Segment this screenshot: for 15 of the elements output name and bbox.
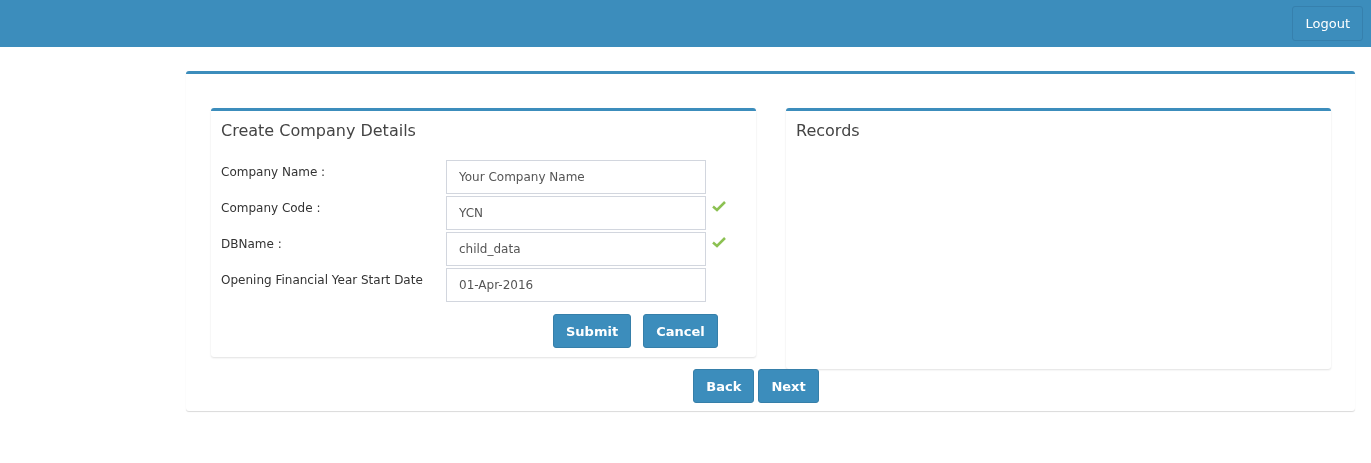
back-button[interactable]: Back (693, 369, 755, 403)
field-label: Opening Financial Year Start Date (221, 272, 424, 287)
input-field[interactable]: child_data (446, 232, 706, 266)
logout-button[interactable]: Logout (1292, 6, 1363, 41)
field-label: DBName : (221, 236, 283, 251)
panel-title: Create Company Details (221, 121, 417, 140)
input-field[interactable]: Your Company Name (446, 160, 706, 194)
input-field[interactable]: YCN (446, 196, 706, 230)
panel-title: Records (796, 121, 861, 140)
input-field[interactable]: 01-Apr-2016 (446, 268, 706, 302)
field-label: Company Name : (221, 164, 327, 179)
cancel-button[interactable]: Cancel (643, 314, 718, 348)
field-label: Company Code : (221, 200, 322, 215)
submit-button[interactable]: Submit (553, 314, 632, 348)
next-button[interactable]: Next (758, 369, 819, 403)
